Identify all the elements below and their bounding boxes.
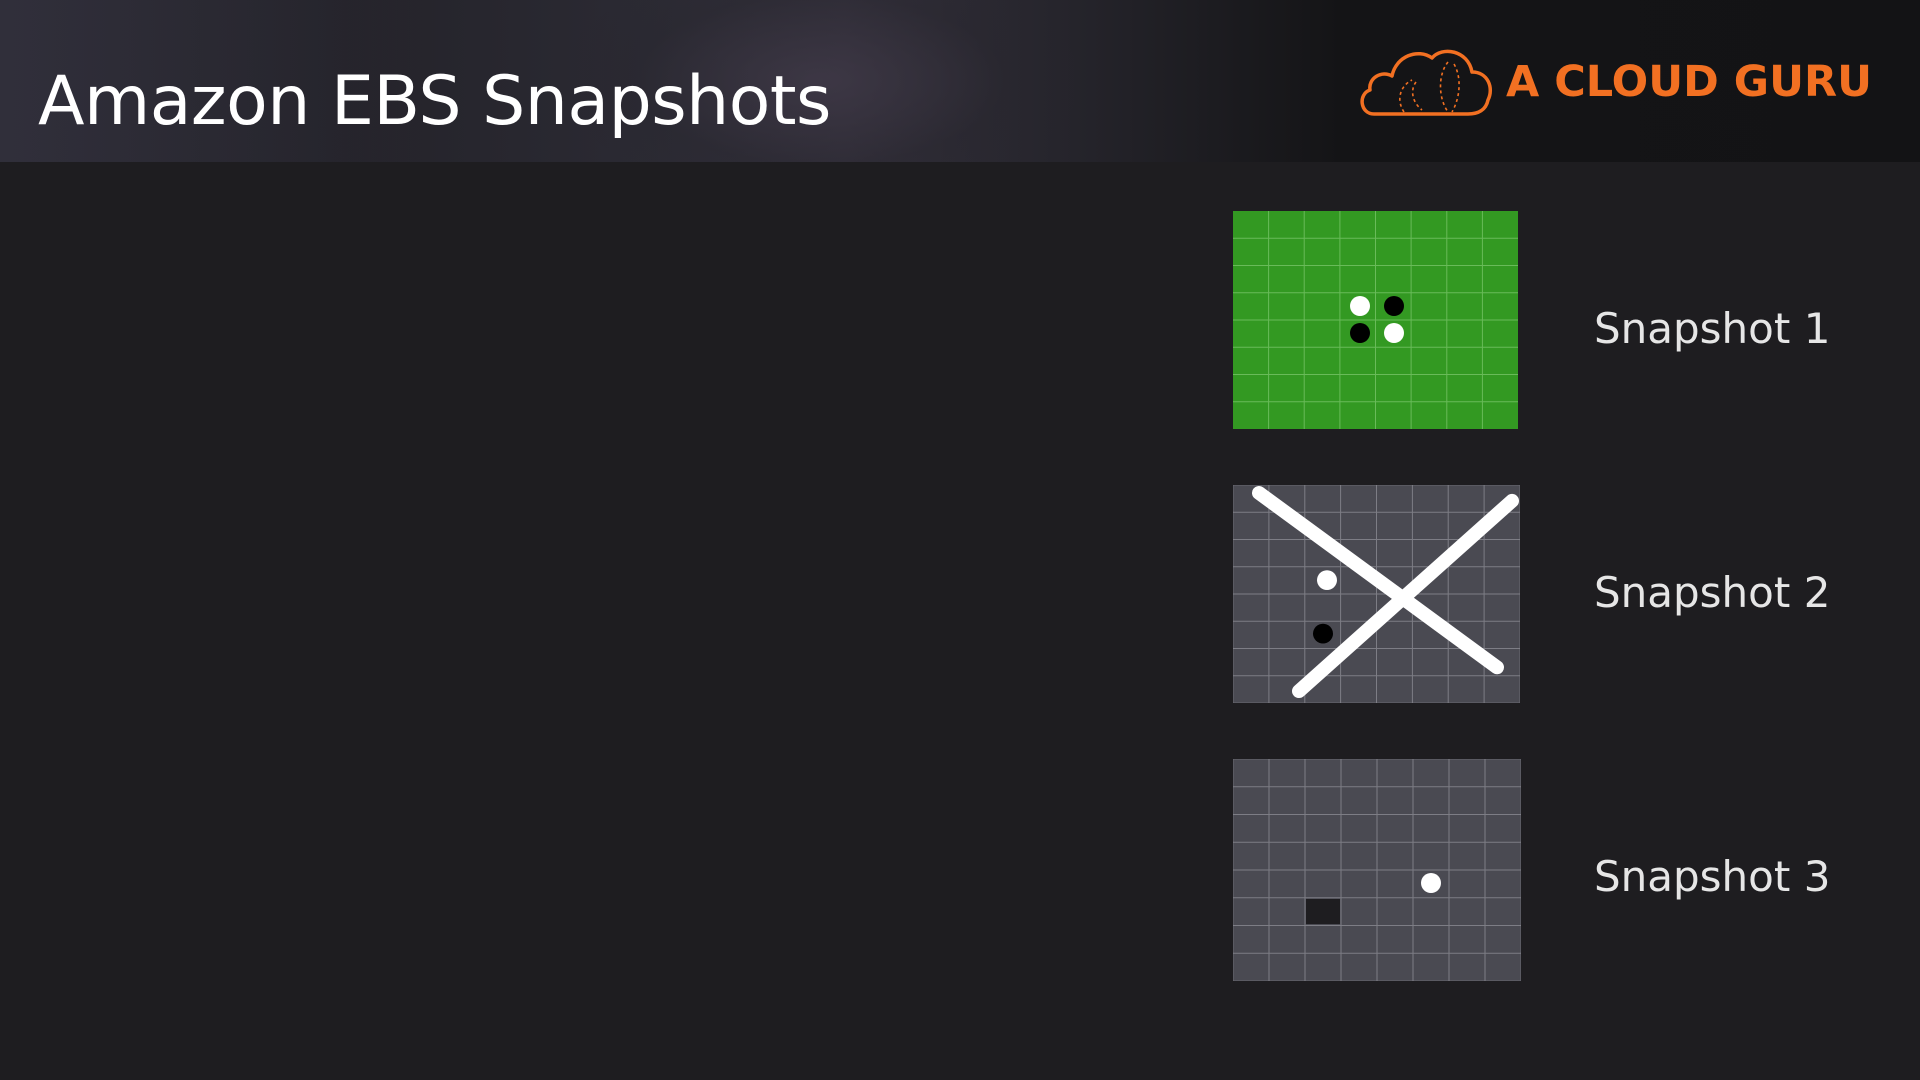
snapshot-1-label: Snapshot 1 xyxy=(1594,304,1831,353)
cloud-icon xyxy=(1360,49,1493,116)
snapshot-3-grid xyxy=(1233,759,1521,981)
snapshot-2-grid xyxy=(1233,485,1520,703)
white-dot xyxy=(1317,570,1337,591)
slide: Amazon EBS Snapshots A CLOUD GURU Snapsh… xyxy=(0,0,1920,1080)
logo-text: A CLOUD GURU xyxy=(1506,57,1873,107)
snapshot-3-label: Snapshot 3 xyxy=(1594,852,1831,901)
dark-square xyxy=(1306,899,1340,924)
black-dot xyxy=(1313,623,1333,644)
header-bar: Amazon EBS Snapshots A CLOUD GURU xyxy=(0,0,1920,162)
snapshot-1-grid xyxy=(1233,211,1518,429)
white-dot xyxy=(1350,296,1370,316)
black-dot xyxy=(1350,323,1370,343)
black-dot xyxy=(1384,296,1404,316)
snapshot-2-label: Snapshot 2 xyxy=(1594,568,1831,617)
white-dot xyxy=(1384,323,1404,343)
page-title: Amazon EBS Snapshots xyxy=(38,62,831,141)
white-dot xyxy=(1421,873,1441,893)
logo: A CLOUD GURU xyxy=(1356,42,1872,122)
